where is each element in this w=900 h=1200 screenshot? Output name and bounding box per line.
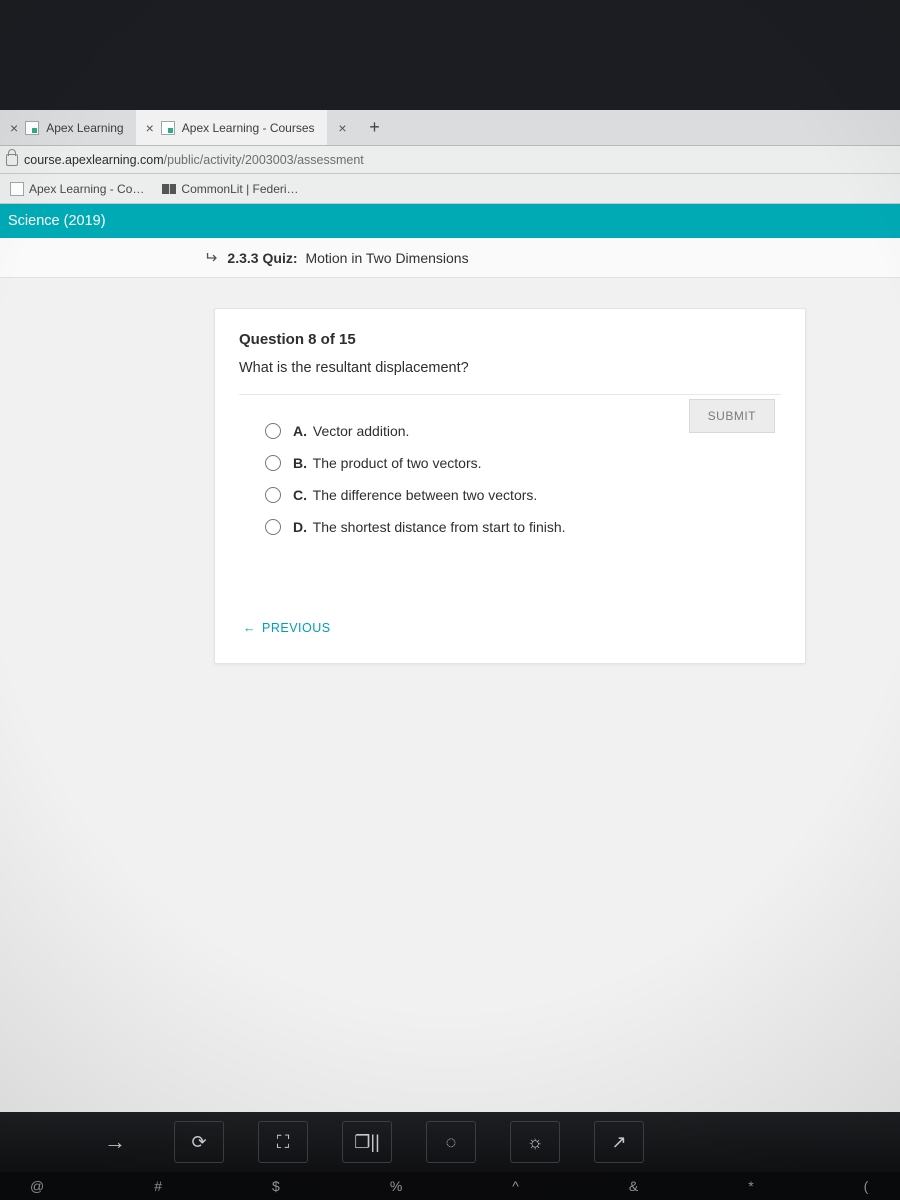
key-at: @ [30, 1178, 44, 1194]
favicon-icon [161, 121, 175, 135]
bookmarks-bar: Apex Learning - Co… CommonLit | Federi… [0, 174, 900, 204]
bookmark-label: Apex Learning - Co… [29, 182, 144, 196]
reload-icon[interactable]: ⟳ [174, 1121, 224, 1163]
close-icon[interactable]: × [338, 120, 346, 136]
close-icon[interactable]: × [10, 120, 18, 136]
tab-label: Apex Learning [46, 121, 123, 135]
key-dollar: $ [272, 1178, 280, 1194]
brightness-down-icon[interactable]: ◌ [426, 1121, 476, 1163]
fullscreen-icon[interactable]: ⛶ [258, 1121, 308, 1163]
book-icon [162, 184, 176, 194]
new-tab-button[interactable]: + [361, 117, 389, 138]
lock-icon [6, 154, 18, 166]
question-card: Question 8 of 15 What is the resultant d… [214, 308, 806, 664]
brightness-up-icon[interactable]: ☼ [510, 1121, 560, 1163]
keyboard-number-row: @ # $ % ^ & * ( [0, 1172, 900, 1200]
browser-tab-strip: × Apex Learning × Apex Learning - Course… [0, 110, 900, 146]
quiz-label: Quiz: [263, 250, 298, 266]
tab-label: Apex Learning - Courses [182, 121, 315, 135]
option-text: The shortest distance from start to fini… [313, 519, 566, 535]
option-letter: B. [293, 455, 307, 471]
option-text: Vector addition. [313, 423, 410, 439]
tab-apex-courses[interactable]: × Apex Learning - Courses [136, 110, 327, 145]
url-path: /public/activity/2003003/assessment [164, 153, 364, 167]
option-letter: D. [293, 519, 307, 535]
option-d[interactable]: D. The shortest distance from start to f… [265, 511, 781, 543]
submit-button[interactable]: SUBMIT [689, 399, 775, 433]
previous-button[interactable]: ← PREVIOUS [243, 621, 331, 635]
radio-c[interactable] [265, 487, 281, 503]
key-star: * [748, 1178, 753, 1194]
key-caret: ^ [512, 1178, 519, 1194]
radio-a[interactable] [265, 423, 281, 439]
divider [239, 394, 781, 395]
arrow-left-icon: ← [243, 621, 256, 635]
key-percent: % [390, 1178, 402, 1194]
forward-icon[interactable]: → [90, 1121, 140, 1163]
bookmark-commonlit[interactable]: CommonLit | Federi… [162, 182, 298, 196]
url-domain: course.apexlearning.com [24, 153, 164, 167]
answer-options: A. Vector addition. B. The product of tw… [239, 415, 781, 543]
quiz-title: Motion in Two Dimensions [305, 250, 468, 266]
previous-label: PREVIOUS [262, 621, 331, 635]
bookmark-apex[interactable]: Apex Learning - Co… [10, 182, 144, 196]
overview-icon[interactable]: ❐|| [342, 1121, 392, 1163]
quiz-code: 2.3.3 [227, 250, 258, 266]
key-paren: ( [864, 1178, 869, 1194]
course-header: Science (2019) [0, 204, 900, 238]
option-letter: C. [293, 487, 307, 503]
tab-apex-learning[interactable]: × Apex Learning [0, 110, 136, 145]
close-icon[interactable]: × [146, 120, 154, 136]
photo-top-bezel [0, 0, 900, 110]
next-key-icon[interactable]: ↗ [594, 1121, 644, 1163]
course-title: Science (2019) [8, 213, 106, 229]
option-b[interactable]: B. The product of two vectors. [265, 447, 781, 479]
chromebook-shelf: → ⟳ ⛶ ❐|| ◌ ☼ ↗ [0, 1112, 900, 1172]
tab-blank[interactable]: × [327, 110, 361, 145]
back-up-icon[interactable]: ↵ [204, 248, 217, 268]
key-hash: # [154, 1178, 162, 1194]
option-text: The product of two vectors. [313, 455, 482, 471]
favicon-icon [10, 182, 24, 196]
content-area: Question 8 of 15 What is the resultant d… [0, 278, 900, 1158]
bookmark-label: CommonLit | Federi… [181, 182, 298, 196]
question-prompt: What is the resultant displacement? [239, 360, 781, 376]
radio-b[interactable] [265, 455, 281, 471]
quiz-title-bar: ↵ 2.3.3 Quiz: Motion in Two Dimensions [0, 238, 900, 278]
key-amp: & [629, 1178, 638, 1194]
address-bar[interactable]: course.apexlearning.com/public/activity/… [0, 146, 900, 174]
option-c[interactable]: C. The difference between two vectors. [265, 479, 781, 511]
favicon-icon [25, 121, 39, 135]
option-text: The difference between two vectors. [313, 487, 538, 503]
radio-d[interactable] [265, 519, 281, 535]
question-counter: Question 8 of 15 [239, 331, 781, 348]
option-letter: A. [293, 423, 307, 439]
